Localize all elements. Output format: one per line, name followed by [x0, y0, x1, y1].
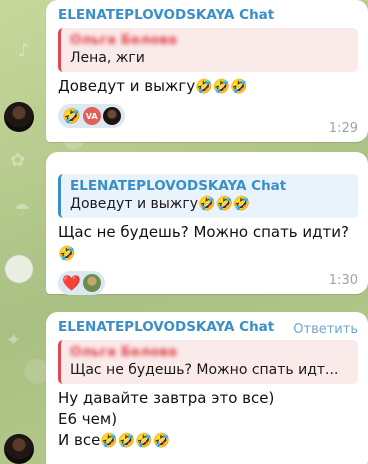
avatar[interactable]: [4, 434, 34, 464]
message-time: 1:29: [328, 121, 358, 136]
reaction-chip[interactable]: ❤️: [58, 271, 105, 295]
sender-name[interactable]: ELENATEPLOVODSKAYA Chat: [58, 6, 358, 24]
doodle-icon: ♪: [18, 40, 30, 61]
message-text: Ну давайте завтра это все) Е6 чем) И все…: [58, 388, 358, 452]
message-time: 1:30: [328, 273, 358, 288]
message-body: Доведут и выжгу: [58, 77, 196, 95]
message-bubble[interactable]: ELENATEPLOVODSKAYA Chat Ольга Белова Лен…: [46, 0, 368, 142]
quote-text: Доведут и выжгу🤣🤣🤣: [70, 196, 251, 212]
laugh-emoji: 🤣: [62, 107, 81, 125]
reaction-chip[interactable]: 🤣 VA: [58, 104, 125, 128]
laugh-emoji: 🤣🤣🤣: [195, 79, 248, 95]
quote-text: Лена, жги: [70, 50, 145, 66]
quote-author: Ольга Белова: [70, 344, 178, 360]
reactions-bar: ❤️: [58, 271, 358, 295]
reply-quote[interactable]: Ольга Белова Лена, жги: [58, 28, 358, 72]
doodle-icon: ✿: [10, 150, 26, 171]
message-bubble[interactable]: ELENATEPLOVODSKAYA Chat Доведут и выжгу🤣…: [46, 152, 368, 295]
message-body: И все: [58, 431, 101, 449]
message-line: Е6 чем): [58, 410, 118, 428]
quote-text: Щас не будешь? Можно спать идт...: [70, 362, 339, 378]
reactor-avatar: [82, 274, 101, 292]
avatar[interactable]: [4, 254, 34, 284]
heart-emoji: ❤️: [62, 274, 81, 292]
doodle-icon: ☂: [14, 200, 31, 221]
reactor-avatar: [102, 107, 121, 125]
message-text: Щас не будешь? Можно спать идти? 🤣: [58, 222, 358, 265]
reactions-bar: 🤣 VA: [58, 104, 358, 128]
laugh-emoji: 🤣🤣🤣🤣: [100, 433, 171, 449]
quote-author: ELENATEPLOVODSKAYA Chat: [70, 178, 287, 194]
message-body: Щас не будешь? Можно спать идти?: [58, 223, 349, 241]
message-text: Доведут и выжгу🤣🤣🤣: [58, 76, 358, 98]
laugh-emoji: 🤣: [58, 246, 76, 262]
sender-name[interactable]: [58, 158, 358, 170]
message-line: И все🤣🤣🤣🤣: [58, 430, 358, 452]
quote-author: Ольга Белова: [70, 32, 178, 48]
reactor-avatar: VA: [82, 107, 101, 125]
reply-button[interactable]: Ответить: [293, 322, 358, 337]
message-bubble[interactable]: ELENATEPLOVODSKAYA Chat Ответить Ольга Б…: [46, 312, 368, 464]
avatar[interactable]: [4, 102, 34, 132]
doodle-icon: ✦: [6, 330, 22, 351]
message-line: Ну давайте завтра это все): [58, 389, 275, 407]
reply-quote[interactable]: ELENATEPLOVODSKAYA Chat Доведут и выжгу🤣…: [58, 174, 358, 218]
reply-quote[interactable]: Ольга Белова Щас не будешь? Можно спать …: [58, 340, 358, 384]
